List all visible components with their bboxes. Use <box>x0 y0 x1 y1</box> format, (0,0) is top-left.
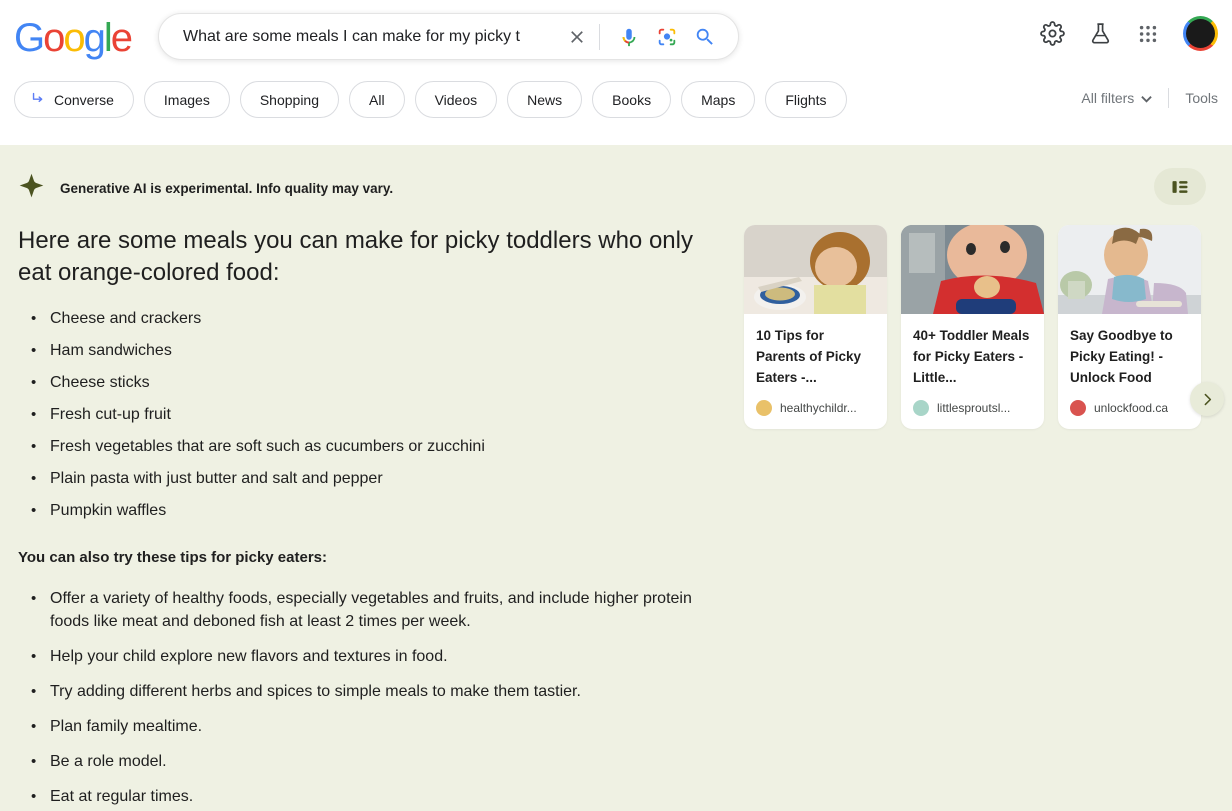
tab-videos[interactable]: Videos <box>415 81 498 118</box>
tab-label: All <box>369 92 385 108</box>
chevron-down-icon <box>1141 90 1152 106</box>
layout-list-icon[interactable] <box>1154 168 1206 205</box>
source-name: healthychildr... <box>780 401 857 415</box>
ai-disclaimer-text: Generative AI is experimental. Info qual… <box>60 181 393 196</box>
source-name: unlockfood.ca <box>1094 401 1168 415</box>
page-header: Google What are some meals I can make fo… <box>0 0 1232 145</box>
card-body: Say Goodbye to Picky Eating! - Unlock Fo… <box>1058 314 1201 429</box>
card-title: 40+ Toddler Meals for Picky Eaters - Lit… <box>913 325 1032 388</box>
list-item: Plain pasta with just butter and salt an… <box>48 467 718 490</box>
favicon-icon <box>1070 400 1086 416</box>
tab-label: Converse <box>54 92 114 108</box>
google-logo[interactable]: Google <box>14 16 131 61</box>
meals-list: Cheese and crackers Ham sandwiches Chees… <box>18 307 718 522</box>
card-title: 10 Tips for Parents of Picky Eaters -... <box>756 325 875 388</box>
tips-heading: You can also try these tips for picky ea… <box>18 549 718 566</box>
ai-disclaimer: Generative AI is experimental. Info qual… <box>18 172 393 204</box>
list-item: Be a role model. <box>48 750 718 773</box>
ai-headline: Here are some meals you can make for pic… <box>18 225 708 289</box>
tab-books[interactable]: Books <box>592 81 671 118</box>
search-tabs: Converse Images Shopping All Videos News… <box>14 81 847 118</box>
tab-label: Shopping <box>260 92 319 108</box>
source-name: littlesproutsl... <box>937 401 1010 415</box>
card-image <box>1058 225 1201 314</box>
source-card[interactable]: 10 Tips for Parents of Picky Eaters -...… <box>744 225 887 429</box>
list-item: Fresh vegetables that are soft such as c… <box>48 435 718 458</box>
generative-ai-panel: Generative AI is experimental. Info qual… <box>0 145 1232 811</box>
search-divider <box>599 24 600 50</box>
source-card[interactable]: 40+ Toddler Meals for Picky Eaters - Lit… <box>901 225 1044 429</box>
ai-answer: Here are some meals you can make for pic… <box>18 225 718 811</box>
generative-ai-sparkle-icon <box>18 172 45 204</box>
logo-letter-g1: G <box>14 16 43 60</box>
search-bar[interactable]: What are some meals I can make for my pi… <box>158 13 739 60</box>
tab-all[interactable]: All <box>349 81 405 118</box>
search-input[interactable]: What are some meals I can make for my pi… <box>183 29 563 45</box>
tab-label: Maps <box>701 92 735 108</box>
list-item: Eat at regular times. <box>48 785 718 808</box>
card-source: unlockfood.ca <box>1070 400 1189 416</box>
source-card[interactable]: Say Goodbye to Picky Eating! - Unlock Fo… <box>1058 225 1201 429</box>
tab-label: Flights <box>785 92 826 108</box>
google-apps-icon[interactable] <box>1135 21 1161 47</box>
header-actions <box>1039 16 1218 51</box>
source-cards: 10 Tips for Parents of Picky Eaters -...… <box>744 225 1201 429</box>
list-item: Try adding different herbs and spices to… <box>48 680 718 703</box>
settings-gear-icon[interactable] <box>1039 21 1065 47</box>
logo-letter-o1: o <box>43 16 63 60</box>
close-icon[interactable] <box>563 23 591 51</box>
tab-label: News <box>527 92 562 108</box>
card-image <box>901 225 1044 314</box>
all-filters-label: All filters <box>1081 90 1134 106</box>
favicon-icon <box>913 400 929 416</box>
list-item: Cheese and crackers <box>48 307 718 330</box>
tab-news[interactable]: News <box>507 81 582 118</box>
logo-letter-g2: g <box>84 16 104 60</box>
list-item: Ham sandwiches <box>48 339 718 362</box>
list-item: Fresh cut-up fruit <box>48 403 718 426</box>
tab-flights[interactable]: Flights <box>765 81 846 118</box>
search-icon[interactable] <box>690 22 720 52</box>
microphone-icon[interactable] <box>614 22 644 52</box>
tab-label: Videos <box>435 92 478 108</box>
labs-flask-icon[interactable] <box>1087 21 1113 47</box>
chevron-right-icon[interactable] <box>1190 382 1224 416</box>
card-source: littlesproutsl... <box>913 400 1032 416</box>
list-item: Help your child explore new flavors and … <box>48 645 718 668</box>
favicon-icon <box>756 400 772 416</box>
list-item: Offer a variety of healthy foods, especi… <box>48 587 718 633</box>
tips-list: Offer a variety of healthy foods, especi… <box>18 587 718 808</box>
logo-letter-e: e <box>111 16 131 60</box>
google-lens-icon[interactable] <box>652 22 682 52</box>
all-filters-button[interactable]: All filters <box>1081 90 1168 106</box>
card-image <box>744 225 887 314</box>
tab-label: Books <box>612 92 651 108</box>
subdirectory-arrow-icon <box>30 90 47 110</box>
list-item: Plan family mealtime. <box>48 715 718 738</box>
tab-label: Images <box>164 92 210 108</box>
card-body: 40+ Toddler Meals for Picky Eaters - Lit… <box>901 314 1044 429</box>
avatar[interactable] <box>1183 16 1218 51</box>
tools-button[interactable]: Tools <box>1169 90 1218 106</box>
avatar-image <box>1186 19 1215 48</box>
card-source: healthychildr... <box>756 400 875 416</box>
card-title: Say Goodbye to Picky Eating! - Unlock Fo… <box>1070 325 1189 388</box>
tab-converse[interactable]: Converse <box>14 81 134 118</box>
list-item: Pumpkin waffles <box>48 499 718 522</box>
card-body: 10 Tips for Parents of Picky Eaters -...… <box>744 314 887 429</box>
logo-letter-l: l <box>104 16 111 60</box>
list-item: Cheese sticks <box>48 371 718 394</box>
tab-shopping[interactable]: Shopping <box>240 81 339 118</box>
tab-maps[interactable]: Maps <box>681 81 755 118</box>
filters-bar: All filters Tools <box>1081 88 1218 108</box>
tab-images[interactable]: Images <box>144 81 230 118</box>
logo-letter-o2: o <box>63 16 83 60</box>
